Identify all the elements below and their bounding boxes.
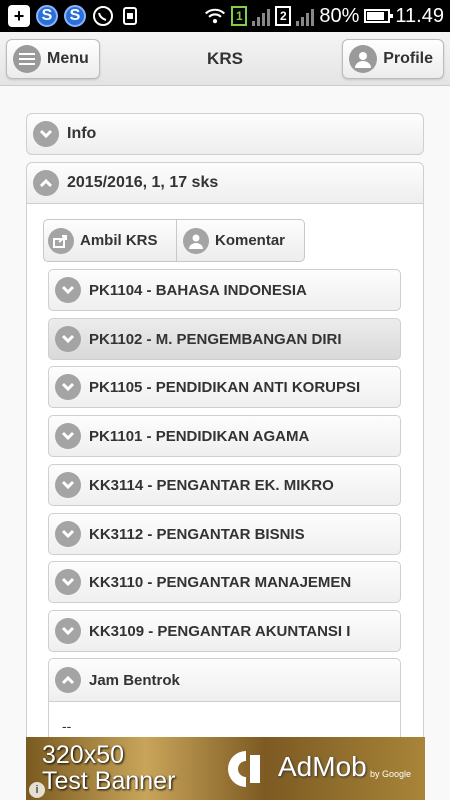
jam-bentrok-label: Jam Bentrok xyxy=(89,671,180,689)
course-label: PK1102 - M. PENGEMBANGAN DIRI xyxy=(89,330,342,348)
course-item[interactable]: KK3109 - PENGANTAR AKUNTANSI I xyxy=(48,610,401,652)
komentar-label: Komentar xyxy=(215,232,286,249)
chevron-down-icon xyxy=(55,326,81,352)
sim2-indicator: 2 xyxy=(275,6,292,26)
app-s-icon-2: S xyxy=(64,5,86,27)
course-label: PK1104 - BAHASA INDONESIA xyxy=(89,281,307,299)
action-button-group: Ambil KRS Komentar xyxy=(43,219,305,262)
ad-by-text: by Google xyxy=(370,769,412,779)
user-icon xyxy=(349,45,378,73)
ambil-krs-label: Ambil KRS xyxy=(80,232,158,249)
app-header: KRS Menu Profile xyxy=(0,32,450,86)
app-s-icon: S xyxy=(36,5,58,27)
chevron-down-icon xyxy=(55,569,81,595)
course-item[interactable]: KK3110 - PENGANTAR MANAJEMEN xyxy=(48,561,401,603)
sim1-indicator: 1 xyxy=(231,6,248,26)
ambil-krs-button[interactable]: Ambil KRS xyxy=(44,220,177,261)
battery-percent: 80% xyxy=(319,4,360,27)
whatsapp-icon xyxy=(92,5,114,27)
phone-data-icon xyxy=(120,5,142,27)
course-item[interactable]: PK1102 - M. PENGEMBANGAN DIRI xyxy=(48,318,401,360)
semester-label: 2015/2016, 1, 17 sks xyxy=(67,174,219,191)
profile-button[interactable]: Profile xyxy=(342,39,444,79)
status-bar: + S S 1 2 80% 11.49 xyxy=(0,0,450,32)
wifi-icon xyxy=(204,5,226,27)
ad-brand: AdMob xyxy=(278,751,367,782)
course-label: PK1105 - PENDIDIKAN ANTI KORUPSI xyxy=(89,378,361,396)
ad-label: Test Banner xyxy=(42,767,176,795)
signal-bars-2-icon xyxy=(296,6,315,26)
admob-logo-icon xyxy=(228,751,260,787)
menu-label: Menu xyxy=(47,50,89,67)
chevron-down-icon xyxy=(55,423,81,449)
menu-button[interactable]: Menu xyxy=(6,39,100,79)
course-item[interactable]: KK3114 - PENGANTAR EK. MIKRO xyxy=(48,464,401,506)
clock-time: 11.49 xyxy=(395,4,444,27)
chevron-down-icon xyxy=(55,374,81,400)
share-icon xyxy=(48,227,74,254)
ad-banner[interactable]: 320x50 Test Banner AdMob by Google i xyxy=(26,737,425,800)
signal-bars-1-icon xyxy=(252,6,271,26)
jam-bentrok-header[interactable]: Jam Bentrok xyxy=(48,658,401,702)
chevron-down-icon xyxy=(55,472,81,498)
komentar-button[interactable]: Komentar xyxy=(177,220,304,261)
chevron-down-icon xyxy=(55,618,81,644)
course-item[interactable]: PK1105 - PENDIDIKAN ANTI KORUPSI xyxy=(48,366,401,408)
course-label: KK3109 - PENGANTAR AKUNTANSI I xyxy=(89,622,351,640)
hamburger-icon xyxy=(13,45,41,73)
info-collapsible-header[interactable]: Info xyxy=(26,113,424,155)
ad-info-icon[interactable]: i xyxy=(29,782,45,798)
chevron-down-icon xyxy=(33,121,59,147)
semester-collapsible-header[interactable]: 2015/2016, 1, 17 sks xyxy=(26,162,424,204)
profile-label: Profile xyxy=(383,50,433,67)
course-item[interactable]: PK1104 - BAHASA INDONESIA xyxy=(48,269,401,311)
chevron-up-icon xyxy=(55,667,81,693)
chevron-down-icon xyxy=(55,277,81,303)
course-item[interactable]: PK1101 - PENDIDIKAN AGAMA xyxy=(48,415,401,457)
chevron-down-icon xyxy=(55,521,81,547)
user-icon xyxy=(183,227,209,254)
ad-size-text: 320x50 xyxy=(42,741,125,769)
course-label: KK3114 - PENGANTAR EK. MIKRO xyxy=(89,476,334,494)
course-label: KK3110 - PENGANTAR MANAJEMEN xyxy=(89,573,352,591)
jam-bentrok-content xyxy=(48,701,401,741)
course-label: PK1101 - PENDIDIKAN AGAMA xyxy=(89,427,310,445)
course-label: KK3112 - PENGANTAR BISNIS xyxy=(89,525,305,543)
course-item[interactable]: KK3112 - PENGANTAR BISNIS xyxy=(48,513,401,555)
battery-icon xyxy=(364,9,394,23)
jam-bentrok-text: -- xyxy=(62,718,72,734)
info-label: Info xyxy=(67,125,97,142)
chevron-up-icon xyxy=(33,170,59,196)
add-notification-icon: + xyxy=(8,5,30,27)
